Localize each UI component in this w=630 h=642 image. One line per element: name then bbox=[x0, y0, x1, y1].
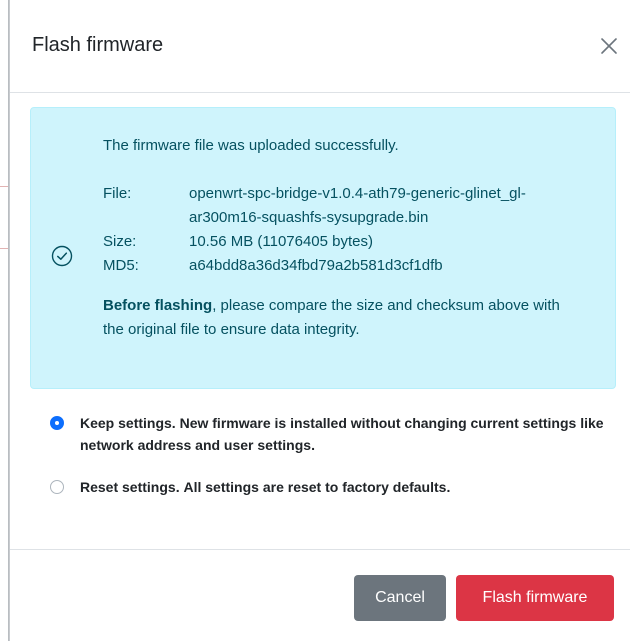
md5-value: a64bdd8a36d34fbd79a2b581d3cf1dfb bbox=[189, 257, 443, 274]
background-page bbox=[0, 0, 9, 641]
file-value: openwrt-spc-bridge-v1.0.4-ath79-generic-… bbox=[189, 185, 526, 226]
cancel-button[interactable]: Cancel bbox=[354, 575, 446, 621]
settings-options: Keep settings. New firmware is installed… bbox=[50, 412, 610, 498]
background-divider bbox=[0, 248, 8, 249]
upload-success-alert: The firmware file was uploaded successfu… bbox=[30, 107, 616, 389]
dialog-header: Flash firmware bbox=[10, 0, 630, 93]
upload-message: The firmware file was uploaded successfu… bbox=[103, 137, 399, 154]
alert-body: The firmware file was uploaded successfu… bbox=[103, 134, 583, 342]
reset-settings-description: All settings are reset to factory defaul… bbox=[183, 479, 451, 495]
close-icon bbox=[601, 38, 617, 54]
integrity-note-bold: Before flashing bbox=[103, 297, 213, 314]
reset-settings-radio[interactable] bbox=[50, 480, 64, 494]
md5-label: MD5: bbox=[103, 257, 139, 274]
dialog-title: Flash firmware bbox=[32, 34, 164, 56]
integrity-note: Before flashing, please compare the size… bbox=[103, 294, 583, 342]
check-circle-icon bbox=[51, 245, 73, 267]
dialog-footer: Cancel Flash firmware bbox=[10, 549, 630, 642]
flash-firmware-dialog: Flash firmware The firmware file was upl… bbox=[9, 0, 630, 641]
keep-settings-title: Keep settings. bbox=[80, 415, 176, 431]
reset-settings-title: Reset settings. bbox=[80, 479, 180, 495]
close-button[interactable] bbox=[597, 34, 621, 58]
size-label: Size: bbox=[103, 233, 137, 250]
keep-settings-option[interactable]: Keep settings. New firmware is installed… bbox=[50, 412, 610, 456]
keep-settings-radio[interactable] bbox=[50, 416, 64, 430]
flash-firmware-button[interactable]: Flash firmware bbox=[456, 575, 614, 621]
background-divider bbox=[0, 186, 8, 187]
size-value: 10.56 MB (11076405 bytes) bbox=[189, 233, 374, 250]
reset-settings-option[interactable]: Reset settings. All settings are reset t… bbox=[50, 476, 610, 498]
file-details: File: openwrt-spc-bridge-v1.0.4-ath79-ge… bbox=[103, 182, 583, 278]
file-label: File: bbox=[103, 185, 132, 202]
